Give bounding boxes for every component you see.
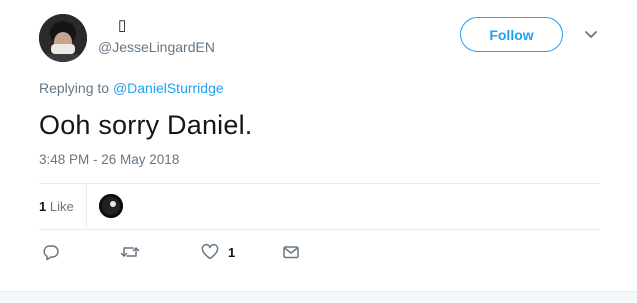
- footer-strip: [0, 291, 637, 303]
- reply-button[interactable]: [42, 242, 69, 262]
- like-button[interactable]: 1: [201, 242, 235, 262]
- author-avatar[interactable]: [39, 14, 87, 62]
- author-handle[interactable]: @JesseLingardEN: [98, 39, 215, 55]
- divider: [39, 183, 600, 184]
- direct-message-button[interactable]: [282, 242, 300, 262]
- retweet-icon: [120, 243, 140, 261]
- tweet-timestamp[interactable]: 3:48 PM - 26 May 2018: [39, 152, 179, 167]
- divider: [39, 229, 600, 230]
- heart-icon: [201, 243, 219, 261]
- like-count: 1: [228, 244, 236, 260]
- author-name[interactable]: ▯: [118, 16, 126, 34]
- replying-to-mention[interactable]: @DanielSturridge: [113, 80, 224, 96]
- envelope-icon: [282, 243, 300, 261]
- chevron-down-icon[interactable]: [583, 28, 599, 40]
- likes-stat[interactable]: 1 Like: [39, 199, 74, 214]
- replying-prefix: Replying to: [39, 80, 110, 96]
- reply-icon: [42, 243, 60, 261]
- likes-label: Like: [49, 199, 74, 214]
- liker-avatar[interactable]: [99, 194, 123, 218]
- replying-to-line: Replying to @DanielSturridge: [39, 80, 224, 96]
- tweet-text: Ooh sorry Daniel.: [39, 110, 253, 140]
- likes-count: 1: [39, 199, 47, 214]
- retweet-button[interactable]: [120, 242, 149, 262]
- follow-button[interactable]: Follow: [460, 17, 563, 52]
- stats-divider: [86, 184, 87, 228]
